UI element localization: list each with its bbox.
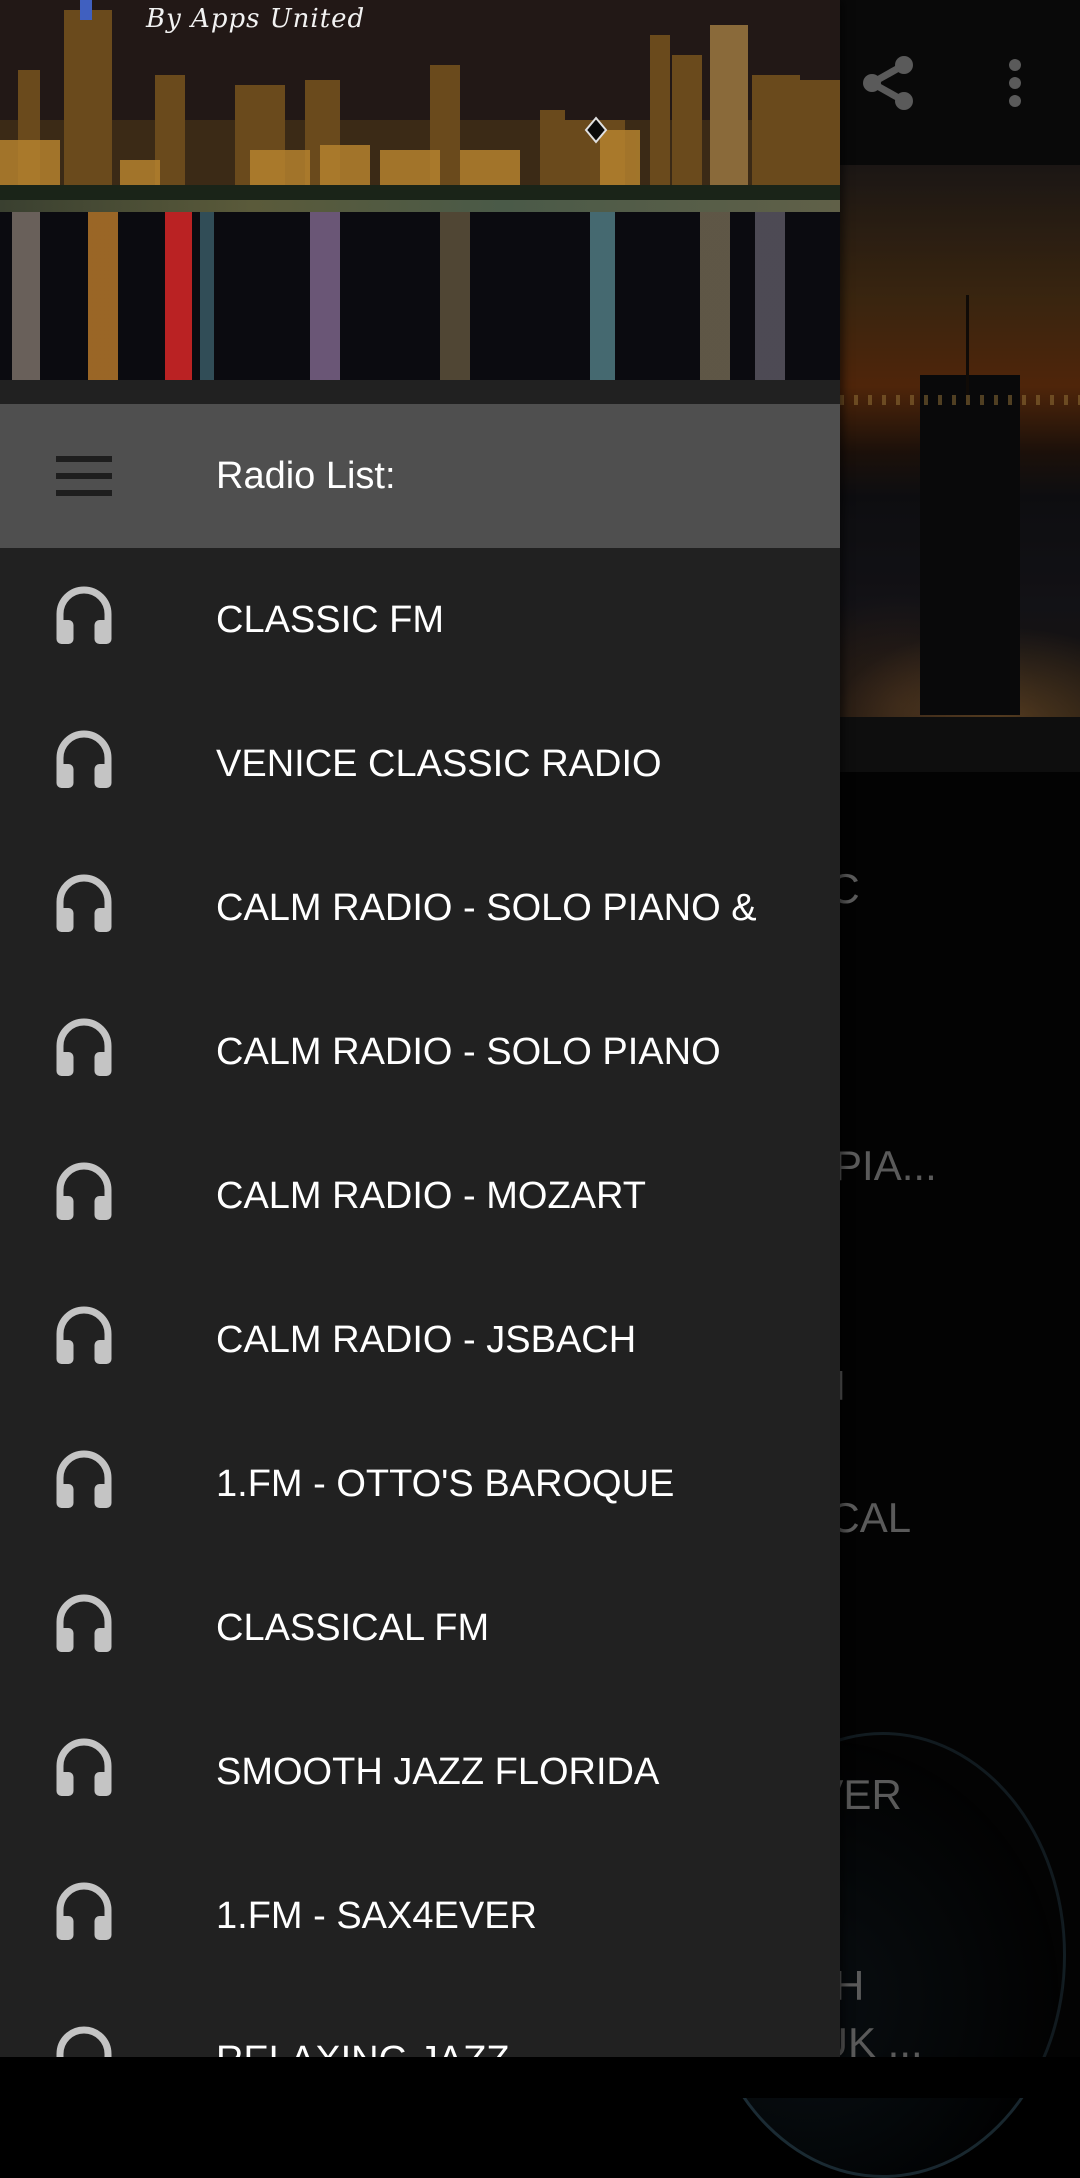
radio-station-label: CALM RADIO - JSBACH (216, 1319, 637, 1361)
headphones-icon (56, 1882, 112, 1940)
navigation-drawer: By Apps United Radio List: CLASSIC FM VEN… (0, 0, 840, 2057)
radio-list-item[interactable]: CALM RADIO - SOLO PIANO (0, 980, 840, 1124)
radio-station-label: VENICE CLASSIC RADIO (216, 743, 662, 785)
radio-station-label: CLASSIC FM (216, 599, 445, 641)
banner-byline: By Apps United (146, 4, 366, 34)
radio-list-item[interactable]: SMOOTH JAZZ FLORIDA (0, 1700, 840, 1844)
drawer-banner-image: By Apps United (0, 0, 840, 380)
headphones-icon (56, 586, 112, 644)
headphones-icon (56, 1306, 112, 1364)
headphones-icon (56, 1594, 112, 1652)
shoreline (0, 200, 840, 212)
radio-station-label: SMOOTH JAZZ FLORIDA (216, 1751, 660, 1793)
radio-list-item[interactable]: RELAXING JAZZ (0, 1988, 840, 2057)
drawer-title: Radio List: (216, 455, 396, 497)
menu-icon (56, 456, 112, 496)
radio-station-label: RELAXING JAZZ (216, 1988, 510, 2057)
headphones-icon (56, 1450, 112, 1508)
headphones-icon (56, 1018, 112, 1076)
radio-station-label: 1.FM - OTTO'S BAROQUE (216, 1463, 675, 1505)
city-skyline (0, 0, 840, 210)
drawer-header[interactable]: Radio List: (0, 404, 840, 548)
system-navigation-bar (0, 2057, 1080, 2098)
radio-station-label: CALM RADIO - SOLO PIANO (216, 1031, 721, 1073)
radio-list-item[interactable]: CLASSIC FM (0, 548, 840, 692)
water-reflections (0, 212, 840, 380)
radio-list-item[interactable]: CALM RADIO - SOLO PIANO & (0, 836, 840, 980)
radio-list: CLASSIC FM VENICE CLASSIC RADIO CALM RADIO… (0, 548, 840, 2057)
headphones-icon (56, 730, 112, 788)
radio-station-label: 1.FM - SAX4EVER (216, 1895, 537, 1937)
radio-list-item[interactable]: CALM RADIO - JSBACH (0, 1268, 840, 1412)
radio-list-item[interactable]: VENICE CLASSIC RADIO (0, 692, 840, 836)
headphones-icon (56, 1738, 112, 1796)
radio-station-label: CLASSICAL FM (216, 1607, 490, 1649)
radio-station-label: CALM RADIO - SOLO PIANO & (216, 887, 757, 929)
headphones-icon (56, 874, 112, 932)
radio-list-item[interactable]: 1.FM - SAX4EVER (0, 1844, 840, 1988)
radio-list-item[interactable]: CLASSICAL FM (0, 1556, 840, 1700)
headphones-icon (56, 1162, 112, 1220)
radio-list-item[interactable]: CALM RADIO - MOZART (0, 1124, 840, 1268)
headphones-icon (56, 2026, 112, 2057)
radio-station-label: CALM RADIO - MOZART (216, 1175, 646, 1217)
radio-list-item[interactable]: 1.FM - OTTO'S BAROQUE (0, 1412, 840, 1556)
